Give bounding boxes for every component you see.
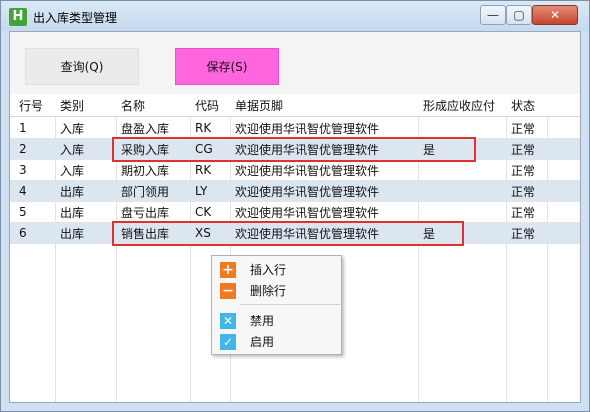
cell-ar-ap[interactable] (419, 160, 423, 180)
cell-status[interactable]: 正常 (507, 139, 535, 159)
cell-row-no[interactable]: 4 (15, 181, 27, 201)
cell-type[interactable]: 出库 (56, 202, 84, 222)
cell-status[interactable]: 正常 (507, 202, 535, 222)
column-header-type[interactable]: 类别 (56, 95, 84, 116)
menu-item-label: 删除行 (250, 284, 287, 298)
table-row[interactable]: 1 入库 盘盈入库 RK 欢迎使用华讯智优管理软件 正常 (10, 118, 580, 139)
cell-status[interactable]: 正常 (507, 223, 535, 243)
table-row[interactable]: 5 出库 盘亏出库 CK 欢迎使用华讯智优管理软件 正常 (10, 202, 580, 223)
column-header-ar-ap[interactable]: 形成应收应付 (419, 95, 495, 116)
cell-ar-ap[interactable] (419, 118, 423, 138)
column-header-footer[interactable]: 单据页脚 (231, 95, 283, 116)
menu-item-delete-row[interactable]: − 删除行 (212, 280, 341, 301)
cell-row-no[interactable]: 1 (15, 118, 27, 138)
minus-icon: − (220, 282, 236, 299)
plus-icon: + (220, 261, 236, 278)
cell-type[interactable]: 出库 (56, 223, 84, 243)
query-button[interactable]: 查询(Q) (25, 48, 139, 85)
cell-name[interactable]: 期初入库 (117, 160, 169, 180)
enable-check-icon: ✓ (220, 333, 236, 350)
cell-type[interactable]: 入库 (56, 139, 84, 159)
cell-status[interactable]: 正常 (507, 181, 535, 201)
highlight-box-row-2 (112, 137, 476, 162)
cell-footer[interactable]: 欢迎使用华讯智优管理软件 (231, 160, 379, 180)
column-header-name[interactable]: 名称 (117, 95, 145, 116)
cell-code[interactable]: RK (191, 118, 211, 138)
cell-ar-ap[interactable] (419, 202, 423, 222)
cell-row-no[interactable]: 3 (15, 160, 27, 180)
disable-x-icon: ✕ (220, 312, 236, 329)
cell-status[interactable]: 正常 (507, 118, 535, 138)
highlight-box-row-6 (112, 221, 464, 246)
save-button[interactable]: 保存(S) (175, 48, 279, 85)
column-header-row-no[interactable]: 行号 (15, 95, 43, 116)
window-title: 出入库类型管理 (33, 11, 118, 25)
cell-footer[interactable]: 欢迎使用华讯智优管理软件 (231, 118, 379, 138)
menu-item-label: 启用 (250, 335, 275, 349)
toolbar: 查询(Q) 保存(S) (10, 32, 580, 94)
table-row[interactable]: 3 入库 期初入库 RK 欢迎使用华讯智优管理软件 正常 (10, 160, 580, 181)
cell-type[interactable]: 出库 (56, 181, 84, 201)
cell-name[interactable]: 盘亏出库 (117, 202, 169, 222)
column-header-status[interactable]: 状态 (507, 95, 535, 116)
menu-item-disable[interactable]: ✕ 禁用 (212, 310, 341, 331)
cell-name[interactable]: 部门领用 (117, 181, 169, 201)
menu-item-insert-row[interactable]: + 插入行 (212, 259, 341, 280)
cell-row-no[interactable]: 6 (15, 223, 27, 243)
data-grid[interactable]: 行号 类别 名称 代码 单据页脚 形成应收应付 状态 1 入库 盘盈入库 RK … (10, 95, 580, 402)
cell-type[interactable]: 入库 (56, 160, 84, 180)
title-bar[interactable]: H 出入库类型管理 — ▢ ✕ (1, 1, 589, 31)
close-button[interactable]: ✕ (532, 5, 578, 25)
cell-type[interactable]: 入库 (56, 118, 84, 138)
table-header: 行号 类别 名称 代码 单据页脚 形成应收应付 状态 (10, 95, 580, 117)
menu-separator (240, 304, 340, 305)
context-menu: + 插入行 − 删除行 ✕ 禁用 ✓ 启用 (211, 255, 342, 355)
menu-item-enable[interactable]: ✓ 启用 (212, 331, 341, 352)
cell-row-no[interactable]: 2 (15, 139, 27, 159)
cell-code[interactable]: LY (191, 181, 207, 201)
cell-code[interactable]: RK (191, 160, 211, 180)
cell-status[interactable]: 正常 (507, 160, 535, 180)
menu-item-label: 插入行 (250, 263, 287, 277)
menu-item-label: 禁用 (250, 314, 275, 328)
cell-row-no[interactable]: 5 (15, 202, 27, 222)
app-logo-icon: H (9, 8, 27, 26)
maximize-button[interactable]: ▢ (506, 5, 532, 25)
cell-footer[interactable]: 欢迎使用华讯智优管理软件 (231, 181, 379, 201)
column-header-code[interactable]: 代码 (191, 95, 219, 116)
app-window: H 出入库类型管理 — ▢ ✕ 查询(Q) 保存(S) 行号 类别 名称 代码 … (0, 0, 590, 412)
cell-name[interactable]: 盘盈入库 (117, 118, 169, 138)
minimize-button[interactable]: — (480, 5, 506, 25)
cell-code[interactable]: CK (191, 202, 211, 222)
table-row[interactable]: 4 出库 部门领用 LY 欢迎使用华讯智优管理软件 正常 (10, 181, 580, 202)
cell-ar-ap[interactable] (419, 181, 423, 201)
cell-footer[interactable]: 欢迎使用华讯智优管理软件 (231, 202, 379, 222)
